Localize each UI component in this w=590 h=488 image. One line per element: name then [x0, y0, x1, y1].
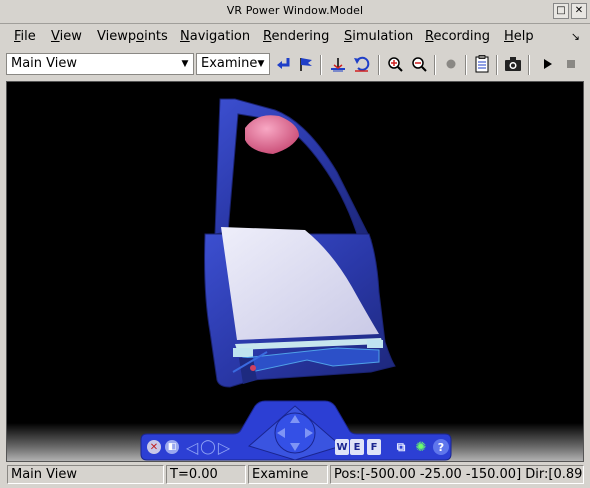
headlight-icon[interactable]: ✺	[413, 439, 429, 455]
menu-simulation[interactable]: Simulation	[344, 29, 413, 44]
toolbar-separator	[528, 55, 530, 75]
zoom-out-icon[interactable]	[409, 54, 429, 74]
toolbar-separator	[434, 55, 436, 75]
help-icon[interactable]: ?	[433, 439, 449, 455]
parameters-icon[interactable]	[472, 54, 492, 74]
return-to-viewpoint-icon[interactable]	[274, 54, 294, 74]
menu-viewpoints[interactable]: Viewpoints	[97, 29, 168, 44]
menu-overflow-icon[interactable]: ↘	[571, 30, 580, 43]
window-title: VR Power Window.Model	[226, 4, 364, 17]
edge-button[interactable]: E	[350, 439, 364, 455]
undo-move-icon[interactable]	[352, 54, 372, 74]
wireframe-button[interactable]: W	[335, 439, 349, 455]
goto-default-viewpoint-icon[interactable]: ◯	[200, 438, 216, 456]
stop-icon[interactable]	[561, 54, 581, 74]
toolbar: Main View ▼ Examine ▼	[0, 52, 590, 78]
minimize-panel-icon[interactable]: ◧	[165, 440, 179, 454]
close-button[interactable]: ✕	[571, 3, 587, 19]
maximize-button[interactable]: □	[553, 3, 569, 19]
menu-help[interactable]: Help	[504, 29, 534, 44]
menu-bar: File View Viewpoints Navigation Renderin…	[0, 26, 590, 50]
chevron-down-icon: ▼	[257, 59, 265, 69]
status-time: T=0.00	[166, 465, 246, 484]
face-button[interactable]: F	[367, 439, 381, 455]
previous-viewpoint-icon[interactable]: ◁	[183, 438, 201, 457]
zoom-in-icon[interactable]	[385, 54, 405, 74]
menu-view[interactable]: View	[51, 29, 82, 44]
navmode-select-value: Examine	[201, 56, 258, 71]
status-viewpoint: Main View	[7, 465, 164, 484]
navigation-panel: ✕ ◧ ◁ ◯ ▷ W E F ⧉ ✺ ?	[137, 400, 455, 461]
navmode-select[interactable]: Examine ▼	[196, 53, 270, 75]
toolbar-separator	[465, 55, 467, 75]
status-position: Pos:[-500.00 -25.00 -150.00] Dir:[0.89	[330, 465, 584, 484]
toolbar-separator	[378, 55, 380, 75]
straighten-up-icon[interactable]	[328, 54, 348, 74]
camera-view-icon[interactable]: ⧉	[393, 439, 409, 455]
door-model	[204, 98, 396, 388]
menu-rendering[interactable]: Rendering	[263, 29, 329, 44]
toolbar-separator	[496, 55, 498, 75]
next-viewpoint-icon[interactable]: ▷	[215, 438, 233, 457]
status-bar: Main View T=0.00 Examine Pos:[-500.00 -2…	[0, 464, 590, 486]
menu-file[interactable]: File	[14, 29, 36, 44]
create-viewpoint-icon[interactable]	[296, 54, 316, 74]
play-icon[interactable]	[537, 54, 557, 74]
record-icon[interactable]	[441, 54, 461, 74]
menu-recording[interactable]: Recording	[425, 29, 490, 44]
toolbar-separator	[320, 55, 322, 75]
3d-viewport[interactable]: ✕ ◧ ◁ ◯ ▷ W E F ⧉ ✺ ?	[6, 81, 584, 462]
close-panel-icon[interactable]: ✕	[147, 440, 161, 454]
snapshot-icon[interactable]	[503, 54, 523, 74]
title-bar: VR Power Window.Model □ ✕	[0, 0, 590, 24]
menu-navigation[interactable]: Navigation	[180, 29, 250, 44]
status-navmode: Examine	[248, 465, 328, 484]
viewpoint-select[interactable]: Main View ▼	[6, 53, 194, 75]
chevron-down-icon: ▼	[181, 59, 189, 69]
viewpoint-select-value: Main View	[11, 56, 78, 71]
